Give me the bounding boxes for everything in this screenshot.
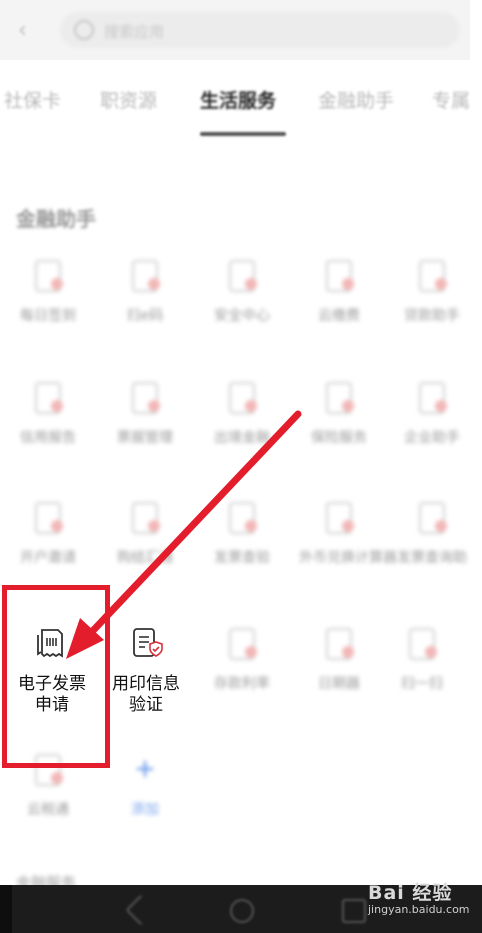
- grid-item[interactable]: 发票查询助: [392, 500, 472, 568]
- recents-icon[interactable]: [342, 899, 366, 923]
- search-placeholder: 搜索应用: [104, 23, 165, 41]
- app-icon: [31, 500, 65, 534]
- grid-item-label: 存款利率: [214, 676, 270, 692]
- grid-item[interactable]: 外币兑换计算器: [299, 500, 397, 568]
- grid-item[interactable]: 日期器: [299, 626, 379, 694]
- app-icon: [322, 258, 356, 292]
- grid-item[interactable]: 购结汇通: [105, 500, 185, 568]
- app-icon: [128, 258, 162, 292]
- highlight-box: [2, 585, 110, 768]
- chevron-left-icon[interactable]: ‹: [18, 18, 27, 43]
- grid-item[interactable]: 信用报告: [8, 380, 88, 448]
- grid-item-label: 日期器: [318, 676, 360, 692]
- grid-item[interactable]: 开户邀请: [8, 500, 88, 568]
- app-icon: [322, 626, 356, 660]
- grid-item[interactable]: 扫e码: [105, 258, 185, 326]
- right-edge: [470, 0, 482, 933]
- grid-item-label: 企业助手: [404, 430, 460, 446]
- grid-item-label: 外币兑换计算器: [299, 550, 397, 566]
- grid-item-label: 扫e码: [126, 308, 164, 324]
- add-item[interactable]: + 添加: [105, 752, 185, 820]
- seal-verify-item[interactable]: 用印信息验证: [108, 626, 184, 716]
- search-icon: [74, 20, 94, 40]
- search-bar[interactable]: 搜索应用: [60, 12, 460, 48]
- grid-item-label: 购结汇通: [117, 550, 173, 566]
- tab-item[interactable]: 职资源: [100, 86, 157, 113]
- grid-item-label: 出境金融: [214, 430, 270, 446]
- app-icon: [128, 500, 162, 534]
- app-icon: [415, 380, 449, 414]
- app-icon: [31, 258, 65, 292]
- watermark-brand: Bai 经验: [368, 882, 453, 904]
- app-icon: [225, 258, 259, 292]
- category-tabs: 社保卡 职资源 生活服务 金融助手 专属服: [0, 76, 482, 136]
- grid-item[interactable]: 安全中心: [202, 258, 282, 326]
- tab-item[interactable]: 金融助手: [318, 86, 394, 113]
- grid-item[interactable]: 云缴费: [299, 258, 379, 326]
- tab-indicator: [200, 132, 286, 136]
- grid-item-label: 发票查验: [214, 550, 270, 566]
- app-icon: [225, 500, 259, 534]
- grid-item[interactable]: 每日签到: [8, 258, 88, 326]
- grid-item-label: 保险服务: [311, 430, 367, 446]
- app-icon: [128, 380, 162, 414]
- app-icon: [225, 626, 259, 660]
- left-edge: [0, 885, 12, 933]
- seal-verify-icon: [129, 626, 163, 660]
- app-icon: [415, 500, 449, 534]
- grid-item-label: 贷款助手: [404, 308, 460, 324]
- grid-item[interactable]: 保险服务: [299, 380, 379, 448]
- grid-item-label: 每日签到: [20, 308, 76, 324]
- app-icon: [322, 500, 356, 534]
- top-header: ‹ 搜索应用: [0, 0, 470, 60]
- grid-item[interactable]: 出境金融: [202, 380, 282, 448]
- grid-item[interactable]: 扫一扫: [382, 626, 462, 694]
- tab-item[interactable]: 社保卡: [4, 86, 61, 113]
- app-icon: [322, 380, 356, 414]
- app-icon: [31, 380, 65, 414]
- grid-item[interactable]: 发票查验: [202, 500, 282, 568]
- grid-item-label: 开户邀请: [20, 550, 76, 566]
- watermark-url: jingyan.baidu.com: [368, 903, 470, 916]
- grid-item-label: 扫一扫: [401, 676, 443, 692]
- grid-item-label: 云税通: [27, 802, 69, 818]
- app-icon: [415, 258, 449, 292]
- back-icon[interactable]: [125, 894, 157, 926]
- baidu-watermark: Bai 经验 jingyan.baidu.com: [368, 878, 470, 916]
- grid-item[interactable]: 票据管理: [105, 380, 185, 448]
- home-icon[interactable]: [230, 899, 254, 923]
- grid-item[interactable]: 贷款助手: [392, 258, 472, 326]
- plus-icon: +: [134, 754, 156, 784]
- app-icon: [405, 626, 439, 660]
- grid-item-label: 用印信息验证: [112, 674, 180, 715]
- grid-item-label: 发票查询助: [397, 550, 467, 566]
- tab-item-active[interactable]: 生活服务: [200, 86, 276, 113]
- grid-item-label: 云缴费: [318, 308, 360, 324]
- grid-item-label: 安全中心: [214, 308, 270, 324]
- grid-item[interactable]: 企业助手: [392, 380, 472, 448]
- grid-item-label: 添加: [131, 802, 159, 818]
- grid-item-label: 票据管理: [117, 430, 173, 446]
- section-title: 金融助手: [16, 207, 96, 231]
- app-icon: [225, 380, 259, 414]
- grid-item[interactable]: 存款利率: [202, 626, 282, 694]
- grid-item-label: 信用报告: [20, 430, 76, 446]
